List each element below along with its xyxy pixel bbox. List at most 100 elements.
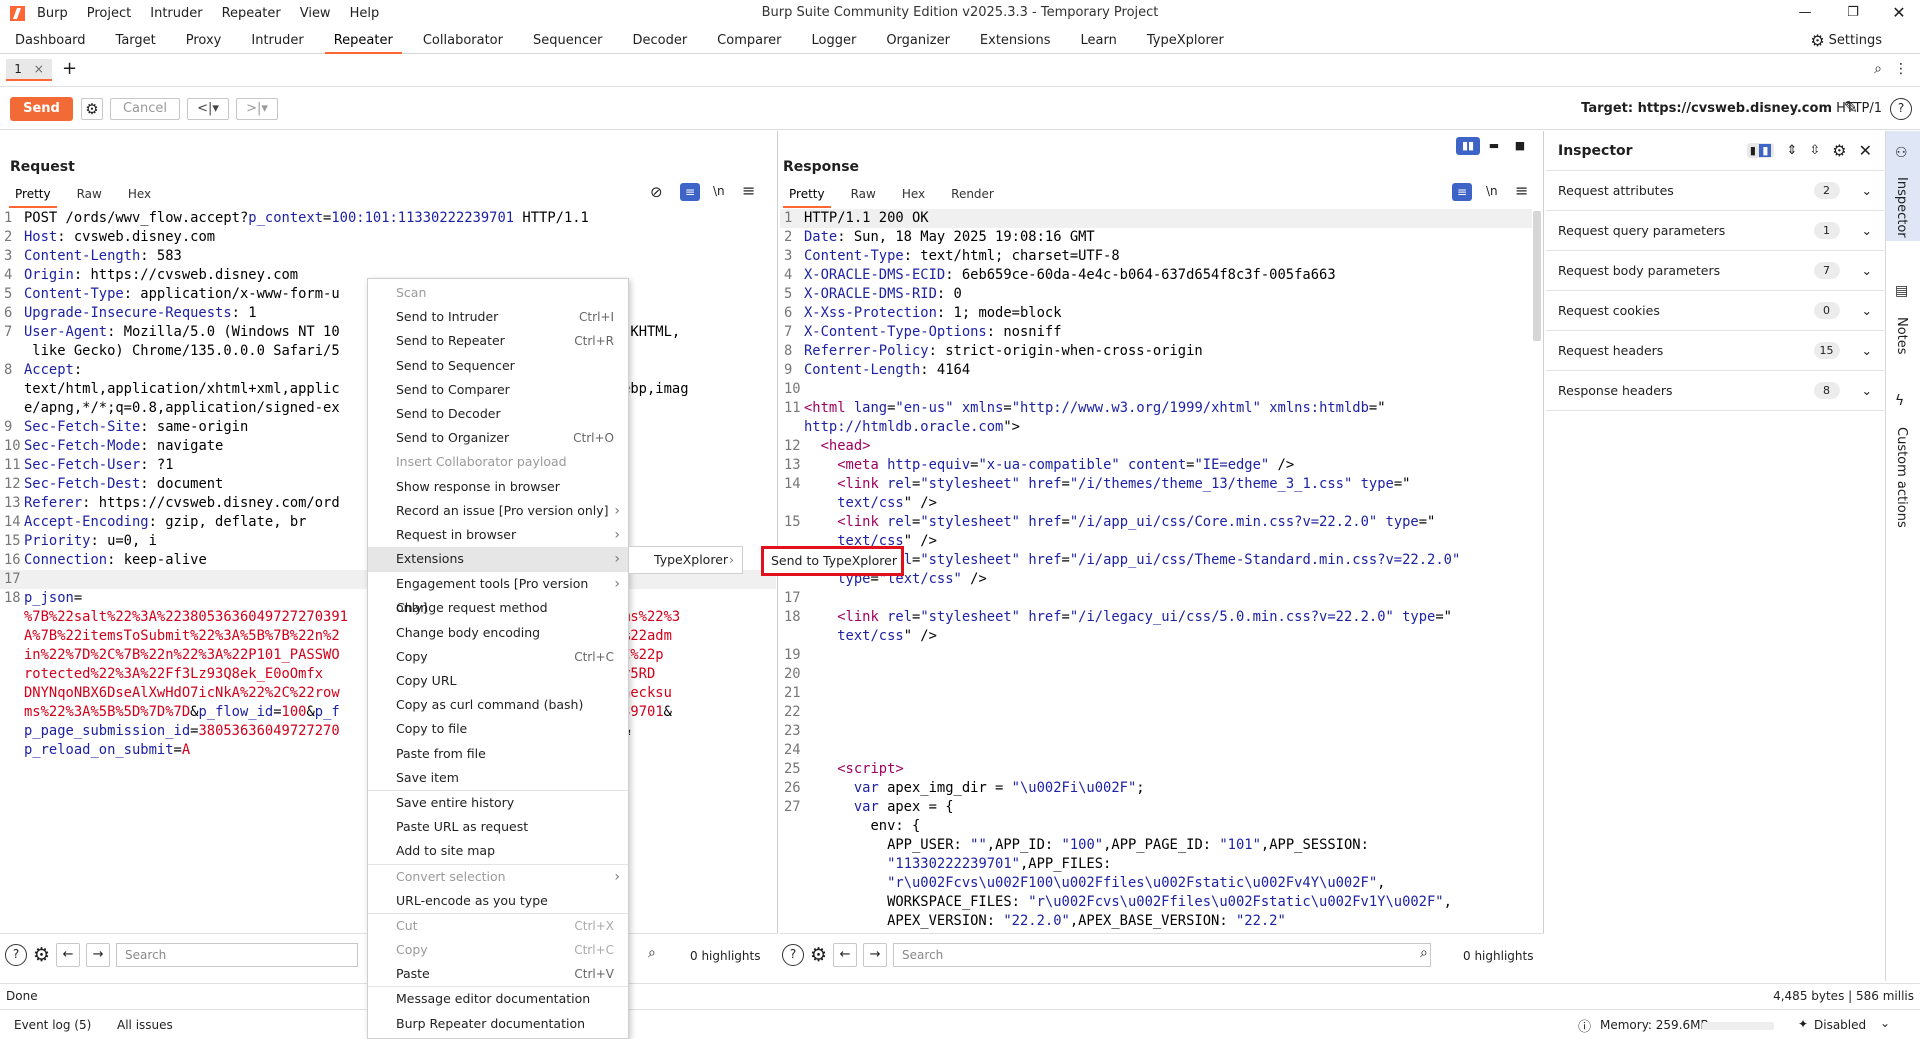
close-tab-icon[interactable]: × xyxy=(34,62,44,76)
inspector-row-request-query-parameters[interactable]: Request query parameters 1 ⌄ xyxy=(1546,211,1884,251)
inspector-row-request-attributes[interactable]: Request attributes 2 ⌄ xyxy=(1546,171,1884,211)
response-tab-render[interactable]: Render xyxy=(951,187,994,204)
context-menu-item-change-request-method[interactable]: Change request method xyxy=(368,596,628,620)
context-menu-item-save-entire-history[interactable]: Save entire history xyxy=(368,791,628,815)
context-menu-item-paste-from-file[interactable]: Paste from file xyxy=(368,742,628,766)
context-menu-item-request-in-browser[interactable]: Request in browser xyxy=(368,523,628,547)
tab-dashboard[interactable]: Dashboard xyxy=(0,27,101,54)
sidebar-tab-notes[interactable]: Notes xyxy=(1894,317,1909,355)
inspector-layout-toggle[interactable]: ▮ ▮ xyxy=(1746,143,1775,158)
context-menu-item-engagement-tools-pro-version-only[interactable]: Engagement tools [Pro version only] xyxy=(368,572,628,615)
context-menu-item-copy-to-file[interactable]: Copy to file xyxy=(368,717,628,741)
send-settings-gear-icon[interactable]: ⚙ xyxy=(81,98,103,120)
cancel-button[interactable]: Cancel xyxy=(110,98,180,120)
context-menu-item-burp-repeater-documentation[interactable]: Burp Repeater documentation xyxy=(368,1012,628,1036)
help-icon[interactable]: ? xyxy=(5,944,27,966)
context-menu-item-send-to-organizer[interactable]: Send to Organizer Ctrl+O xyxy=(368,426,628,450)
maximize-icon[interactable]: ❐ xyxy=(1830,2,1876,24)
context-menu-item-send-to-sequencer[interactable]: Send to Sequencer xyxy=(368,354,628,378)
context-menu-item-paste-url-as-request[interactable]: Paste URL as request xyxy=(368,815,628,839)
wrap-lines-icon[interactable]: ≡ xyxy=(680,183,700,201)
close-icon[interactable]: ✕ xyxy=(1876,2,1920,24)
response-scrollbar[interactable] xyxy=(1533,211,1541,341)
back-history-button[interactable]: <|▾ xyxy=(187,98,229,120)
tab-decoder[interactable]: Decoder xyxy=(617,27,702,54)
context-menu-item-send-to-repeater[interactable]: Send to Repeater Ctrl+R xyxy=(368,329,628,353)
context-menu-item-send-to-comparer[interactable]: Send to Comparer xyxy=(368,378,628,402)
request-tab-pretty[interactable]: Pretty xyxy=(9,187,57,208)
tab-extensions[interactable]: Extensions xyxy=(965,27,1066,54)
settings-button[interactable]: ⚙ Settings xyxy=(1810,31,1882,50)
context-menu-item-extensions[interactable]: Extensions xyxy=(368,547,628,572)
search-icon[interactable]: ⌕ xyxy=(1874,61,1882,77)
inspector-row-request-cookies[interactable]: Request cookies 0 ⌄ xyxy=(1546,291,1884,331)
inspector-row-response-headers[interactable]: Response headers 8 ⌄ xyxy=(1546,371,1884,411)
search-icon[interactable]: ⌕ xyxy=(1420,945,1428,961)
help-icon[interactable]: ? xyxy=(1890,98,1912,120)
gear-icon[interactable]: ⚙ xyxy=(1832,141,1846,160)
layout-columns-icon[interactable]: ▮▮ xyxy=(1456,137,1480,155)
layout-tabs-icon[interactable]: ■ xyxy=(1508,137,1532,155)
ai-status[interactable]: Disabled xyxy=(1814,1018,1866,1032)
submenu-typexplorer[interactable]: TypeXplorer xyxy=(654,552,728,567)
tab-learn[interactable]: Learn xyxy=(1066,27,1132,54)
context-menu-item-message-editor-documentation[interactable]: Message editor documentation xyxy=(368,987,628,1011)
menu-lines-icon[interactable]: ≡ xyxy=(1515,181,1528,200)
response-search-input[interactable]: Search xyxy=(893,943,1432,967)
add-tab-icon[interactable]: + xyxy=(62,58,77,79)
send-to-typexplorer-item[interactable]: Send to TypeXplorer xyxy=(761,546,904,576)
gear-icon[interactable]: ⚙ xyxy=(33,944,50,966)
newline-toggle[interactable]: \n xyxy=(1486,184,1498,198)
collapse-all-icon[interactable]: ⇳ xyxy=(1809,143,1820,158)
previous-match-icon[interactable]: ← xyxy=(56,943,81,967)
newline-toggle[interactable]: \n xyxy=(713,184,725,198)
previous-match-icon[interactable]: ← xyxy=(833,943,858,967)
help-icon[interactable]: ? xyxy=(782,944,804,966)
layout-rows-icon[interactable]: ▬ xyxy=(1482,137,1506,155)
tab-proxy[interactable]: Proxy xyxy=(171,27,237,54)
context-menu-item-save-item[interactable]: Save item xyxy=(368,766,628,790)
tab-organizer[interactable]: Organizer xyxy=(871,27,965,54)
chevron-down-icon[interactable]: ⌄ xyxy=(1880,1016,1890,1030)
send-button[interactable]: Send xyxy=(10,97,73,121)
context-menu-item-show-response-in-browser[interactable]: Show response in browser xyxy=(368,475,628,499)
next-match-icon[interactable]: → xyxy=(86,943,111,967)
inspector-row-request-body-parameters[interactable]: Request body parameters 7 ⌄ xyxy=(1546,251,1884,291)
context-menu-item-copy-url[interactable]: Copy URL xyxy=(368,669,628,693)
tab-comparer[interactable]: Comparer xyxy=(702,27,796,54)
response-tab-pretty[interactable]: Pretty xyxy=(783,187,831,208)
forward-history-button[interactable]: >|▾ xyxy=(236,98,278,120)
tab-logger[interactable]: Logger xyxy=(797,27,872,54)
tab-repeater[interactable]: Repeater xyxy=(319,27,408,54)
expand-all-icon[interactable]: ⇕ xyxy=(1786,143,1797,158)
response-tab-raw[interactable]: Raw xyxy=(851,187,876,204)
menu-lines-icon[interactable]: ≡ xyxy=(742,181,755,200)
context-menu-item-copy-as-curl-command-bash[interactable]: Copy as curl command (bash) xyxy=(368,693,628,717)
context-menu-item-send-to-intruder[interactable]: Send to Intruder Ctrl+I xyxy=(368,305,628,329)
context-menu-item-add-to-site-map[interactable]: Add to site map xyxy=(368,839,628,863)
sidebar-tab-inspector[interactable]: Inspector xyxy=(1894,177,1909,238)
next-match-icon[interactable]: → xyxy=(863,943,888,967)
tab-typexplorer[interactable]: TypeXplorer xyxy=(1132,27,1239,54)
context-menu-item-record-an-issue-pro-version-only[interactable]: Record an issue [Pro version only] xyxy=(368,499,628,523)
context-menu-item-send-to-decoder[interactable]: Send to Decoder xyxy=(368,402,628,426)
event-log-link[interactable]: Event log (5) xyxy=(14,1018,91,1032)
tab-intruder[interactable]: Intruder xyxy=(236,27,318,54)
protocol-label[interactable]: HTTP/1 xyxy=(1836,101,1882,116)
repeater-tab-1[interactable]: 1 × xyxy=(6,59,52,81)
context-menu-item-paste[interactable]: Paste Ctrl+V xyxy=(368,962,628,986)
hide-nonprintable-icon[interactable]: ⊘ xyxy=(650,183,663,201)
sidebar-tab-custom-actions[interactable]: Custom actions xyxy=(1894,427,1909,528)
context-menu-item-url-encode-as-you-type[interactable]: URL-encode as you type xyxy=(368,889,628,913)
response-tab-hex[interactable]: Hex xyxy=(902,187,925,204)
tab-sequencer[interactable]: Sequencer xyxy=(518,27,617,54)
close-icon[interactable]: ✕ xyxy=(1859,141,1872,160)
wrap-lines-icon[interactable]: ≡ xyxy=(1452,183,1472,201)
context-menu-item-copy[interactable]: Copy Ctrl+C xyxy=(368,645,628,669)
more-icon[interactable]: ⋮ xyxy=(1894,61,1908,77)
inspector-row-request-headers[interactable]: Request headers 15 ⌄ xyxy=(1546,331,1884,371)
search-icon[interactable]: ⌕ xyxy=(648,945,656,961)
all-issues-link[interactable]: All issues xyxy=(117,1018,173,1032)
tab-collaborator[interactable]: Collaborator xyxy=(408,27,518,54)
gear-icon[interactable]: ⚙ xyxy=(810,944,827,966)
